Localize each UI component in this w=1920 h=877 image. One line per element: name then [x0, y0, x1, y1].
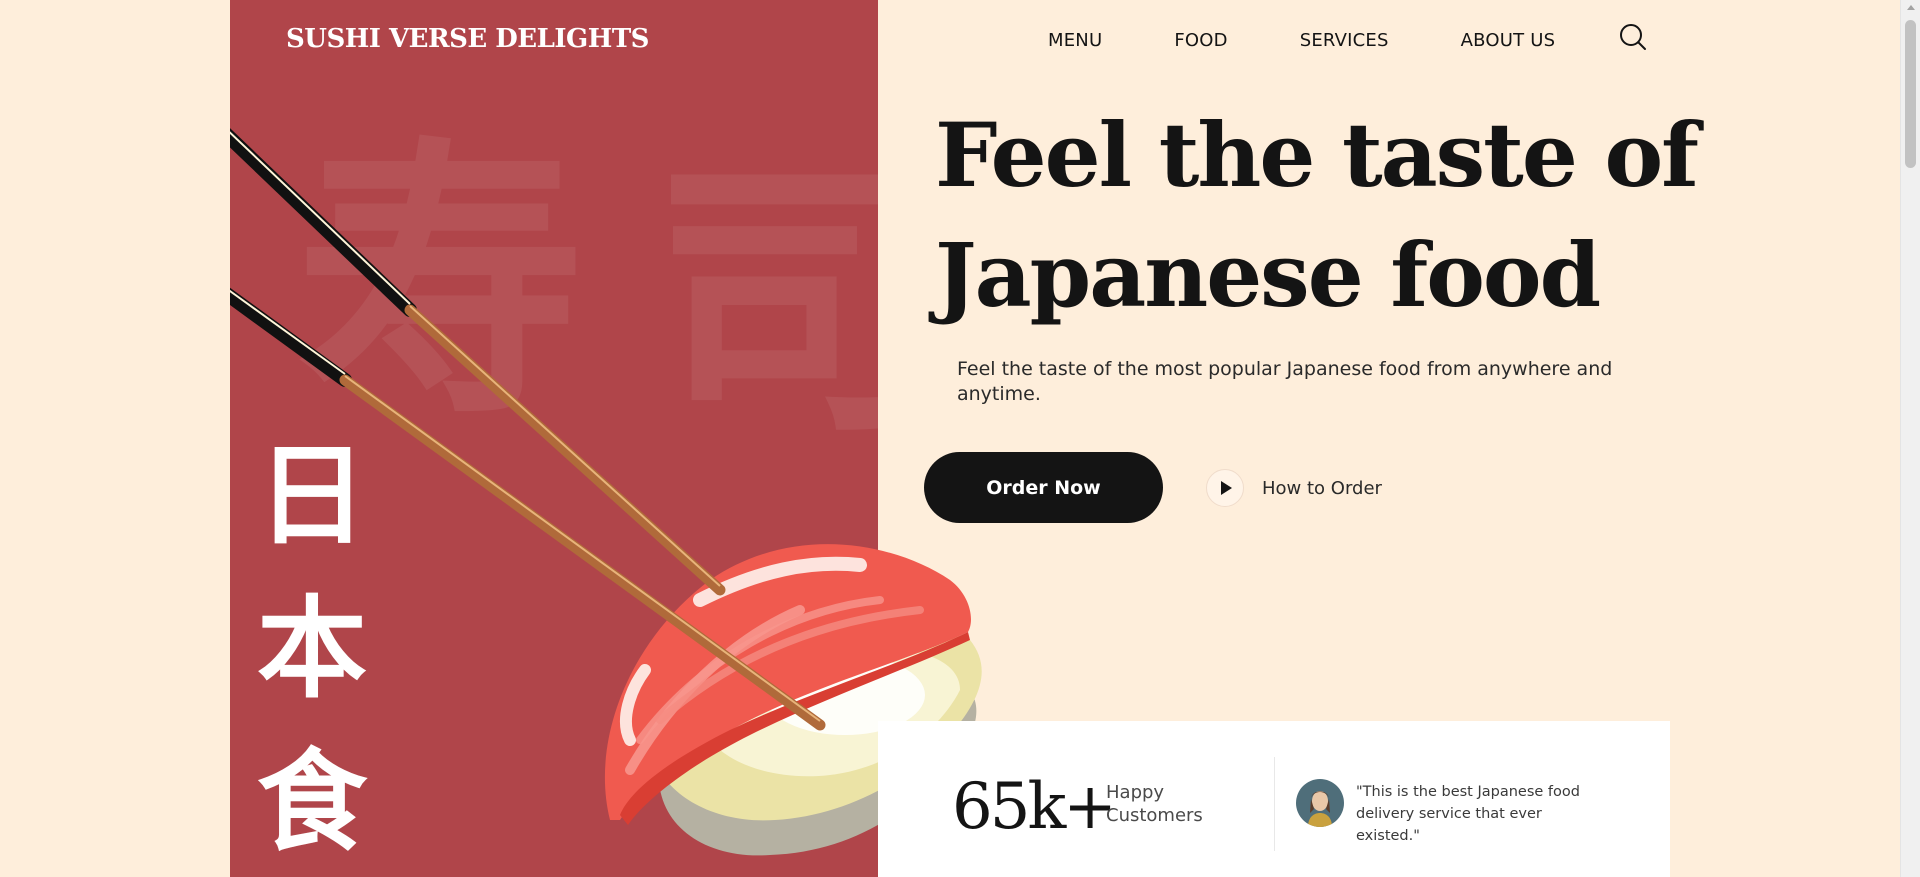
nav-item-menu[interactable]: MENU: [1048, 30, 1102, 51]
how-to-order-label: How to Order: [1262, 477, 1382, 499]
hero-subtitle: Feel the taste of the most popular Japan…: [957, 358, 1613, 405]
customer-avatar: [1296, 779, 1344, 827]
scrollbar-thumb[interactable]: [1905, 20, 1916, 168]
hero-headline-line-2: Japanese food: [935, 223, 1601, 327]
order-now-button[interactable]: Order Now: [924, 452, 1163, 523]
scroll-up-arrow-icon[interactable]: [1907, 5, 1915, 10]
customer-count: 65k+: [952, 770, 1117, 844]
nav-item-about-us[interactable]: ABOUT US: [1461, 30, 1556, 51]
main-nav: MENU FOOD SERVICES ABOUT US: [1048, 28, 1555, 52]
card-divider: [1274, 757, 1275, 851]
hero-headline-line-1: Feel the taste of: [935, 103, 1699, 207]
sushi-chopsticks-illustration: [230, 128, 982, 856]
play-icon[interactable]: [1206, 469, 1244, 507]
nav-item-services[interactable]: SERVICES: [1300, 30, 1389, 51]
page-margin-left: [0, 0, 230, 877]
customer-quote: "This is the best Japanese food delivery…: [1356, 784, 1580, 844]
nav-item-food[interactable]: FOOD: [1174, 30, 1227, 51]
customer-count-label: Happy Customers: [1106, 782, 1203, 826]
how-to-order-link[interactable]: How to Order: [1206, 468, 1382, 508]
vertical-scrollbar[interactable]: [1900, 0, 1920, 877]
page-margin-right: [1670, 0, 1900, 877]
search-icon[interactable]: [1618, 22, 1648, 52]
brand-logo[interactable]: SUSHI VERSE DELIGHTS: [286, 24, 649, 54]
hero-headline: Feel the taste of Japanese food: [935, 95, 1699, 335]
stats-card: 65k+ Happy Customers "This is the best J…: [878, 721, 1670, 877]
